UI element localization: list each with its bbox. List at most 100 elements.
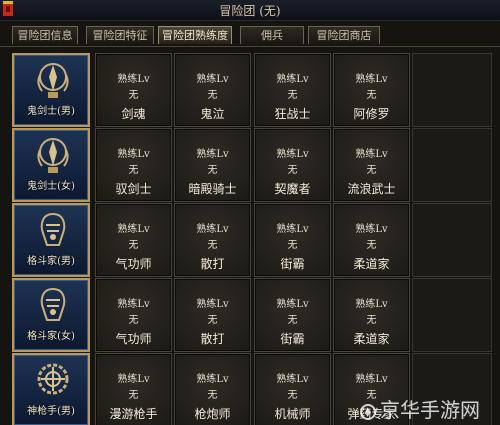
tab-guild-traits[interactable]: 冒险团特征 xyxy=(86,26,154,44)
empty-slot xyxy=(412,278,492,352)
subclass-name: 狂战士 xyxy=(274,107,311,121)
skill-cell[interactable]: 熟练Lv 无 契魔者 xyxy=(254,128,331,202)
proficiency-label: 熟练Lv xyxy=(196,149,229,160)
proficiency-label: 熟练Lv xyxy=(276,374,309,385)
proficiency-level: 无 xyxy=(128,390,139,401)
swordsman-emblem-icon xyxy=(37,63,69,98)
subclass-name: 漫游枪手 xyxy=(109,407,158,421)
class-name: 格斗家(男) xyxy=(27,256,75,267)
class-row: 鬼剑士(男) 熟练Lv 无 剑魂 熟练Lv 无 鬼泣 熟练Lv 无 狂战士 熟练… xyxy=(12,53,492,127)
proficiency-label: 熟练Lv xyxy=(276,149,309,160)
tab-guild-shop[interactable]: 冒险团商店 xyxy=(308,26,380,44)
subclass-name: 街霸 xyxy=(280,332,305,346)
proficiency-label: 熟练Lv xyxy=(196,374,229,385)
class-cell-fighter-female[interactable]: 格斗家(女) xyxy=(12,278,90,352)
proficiency-level: 无 xyxy=(366,315,377,326)
proficiency-label: 熟练Lv xyxy=(355,374,388,385)
skill-cell[interactable]: 熟练Lv 无 机械师 xyxy=(254,353,331,425)
proficiency-level: 无 xyxy=(287,90,298,101)
proficiency-label: 熟练Lv xyxy=(355,149,388,160)
proficiency-level: 无 xyxy=(287,390,298,401)
proficiency-level: 无 xyxy=(128,240,139,251)
class-row: 鬼剑士(女) 熟练Lv 无 驭剑士 熟练Lv 无 暗殿骑士 熟练Lv 无 契魔者… xyxy=(12,128,492,202)
proficiency-label: 熟练Lv xyxy=(117,149,150,160)
site-logo-icon xyxy=(360,403,376,420)
fighter-emblem-icon xyxy=(40,212,66,246)
proficiency-label: 熟练Lv xyxy=(355,224,388,235)
skill-cell[interactable]: 熟练Lv 无 狂战士 xyxy=(254,53,331,127)
proficiency-level: 无 xyxy=(207,390,218,401)
swordsman-emblem-icon xyxy=(37,138,69,173)
proficiency-label: 熟练Lv xyxy=(276,299,309,310)
tab-guild-info[interactable]: 冒险团信息 xyxy=(12,26,78,44)
subclass-name: 暗殿骑士 xyxy=(188,182,237,196)
proficiency-label: 熟练Lv xyxy=(117,374,150,385)
subclass-name: 鬼泣 xyxy=(200,107,225,121)
window-title: 冒险团 (无) xyxy=(219,4,281,18)
subclass-name: 柔道家 xyxy=(353,257,390,271)
skill-cell[interactable]: 熟练Lv 无 驭剑士 xyxy=(95,128,172,202)
skill-cell[interactable]: 熟练Lv 无 鬼泣 xyxy=(174,53,251,127)
skill-cell[interactable]: 熟练Lv 无 散打 xyxy=(174,203,251,277)
skill-cell[interactable]: 熟练Lv 无 漫游枪手 xyxy=(95,353,172,425)
subclass-name: 散打 xyxy=(200,257,225,271)
proficiency-level: 无 xyxy=(207,315,218,326)
subclass-name: 驭剑士 xyxy=(115,182,152,196)
gunner-emblem-icon xyxy=(37,363,69,395)
window-titlebar[interactable]: 冒险团 (无) xyxy=(0,0,500,21)
skill-cell[interactable]: 熟练Lv 无 流浪武士 xyxy=(333,128,410,202)
class-cell-fighter-male[interactable]: 格斗家(男) xyxy=(12,203,90,277)
subclass-name: 契魔者 xyxy=(274,182,311,196)
proficiency-level: 无 xyxy=(366,90,377,101)
empty-slot xyxy=(412,203,492,277)
site-watermark: 京华手游网 xyxy=(360,396,500,425)
fighter-emblem-icon xyxy=(40,287,66,321)
proficiency-level: 无 xyxy=(128,90,139,101)
tab-mercenary[interactable]: 佣兵 xyxy=(240,26,304,44)
proficiency-level: 无 xyxy=(287,240,298,251)
proficiency-label: 熟练Lv xyxy=(276,74,309,85)
subclass-name: 散打 xyxy=(200,332,225,346)
class-name: 神枪手(男) xyxy=(27,406,75,417)
proficiency-label: 熟练Lv xyxy=(117,299,150,310)
proficiency-label: 熟练Lv xyxy=(196,299,229,310)
proficiency-label: 熟练Lv xyxy=(355,299,388,310)
class-cell-ghost-swordsman-female[interactable]: 鬼剑士(女) xyxy=(12,128,90,202)
subclass-name: 气功师 xyxy=(115,257,152,271)
subclass-name: 街霸 xyxy=(280,257,305,271)
proficiency-label: 熟练Lv xyxy=(117,224,150,235)
class-row: 格斗家(女) 熟练Lv 无 气功师 熟练Lv 无 散打 熟练Lv 无 街霸 熟练… xyxy=(12,278,492,352)
skill-cell[interactable]: 熟练Lv 无 阿修罗 xyxy=(333,53,410,127)
proficiency-label: 熟练Lv xyxy=(276,224,309,235)
watermark-text: 京华手游网 xyxy=(380,398,480,422)
subclass-name: 流浪武士 xyxy=(347,182,396,196)
skill-cell[interactable]: 熟练Lv 无 街霸 xyxy=(254,278,331,352)
tab-guild-proficiency[interactable]: 冒险团熟练度 xyxy=(158,26,232,44)
proficiency-level: 无 xyxy=(366,165,377,176)
skill-cell[interactable]: 熟练Lv 无 柔道家 xyxy=(333,278,410,352)
subclass-name: 枪炮师 xyxy=(194,407,231,421)
proficiency-level: 无 xyxy=(366,240,377,251)
subclass-name: 剑魂 xyxy=(121,107,146,121)
skill-cell[interactable]: 熟练Lv 无 街霸 xyxy=(254,203,331,277)
class-name: 鬼剑士(女) xyxy=(27,181,75,192)
proficiency-label: 熟练Lv xyxy=(355,74,388,85)
skill-cell[interactable]: 熟练Lv 无 剑魂 xyxy=(95,53,172,127)
skill-cell[interactable]: 熟练Lv 无 气功师 xyxy=(95,203,172,277)
skill-cell[interactable]: 熟练Lv 无 柔道家 xyxy=(333,203,410,277)
skill-cell[interactable]: 熟练Lv 无 散打 xyxy=(174,278,251,352)
skill-cell[interactable]: 熟练Lv 无 暗殿骑士 xyxy=(174,128,251,202)
skill-cell[interactable]: 熟练Lv 无 气功师 xyxy=(95,278,172,352)
proficiency-level: 无 xyxy=(287,165,298,176)
proficiency-label: 熟练Lv xyxy=(117,74,150,85)
empty-slot xyxy=(412,128,492,202)
skill-cell[interactable]: 熟练Lv 无 枪炮师 xyxy=(174,353,251,425)
empty-slot xyxy=(412,53,492,127)
class-name: 鬼剑士(男) xyxy=(27,106,75,117)
subclass-name: 阿修罗 xyxy=(353,107,390,121)
proficiency-level: 无 xyxy=(128,315,139,326)
proficiency-level: 无 xyxy=(207,240,218,251)
class-cell-gunner-male[interactable]: 神枪手(男) xyxy=(12,353,90,425)
proficiency-level: 无 xyxy=(287,315,298,326)
class-cell-ghost-swordsman-male[interactable]: 鬼剑士(男) xyxy=(12,53,90,127)
